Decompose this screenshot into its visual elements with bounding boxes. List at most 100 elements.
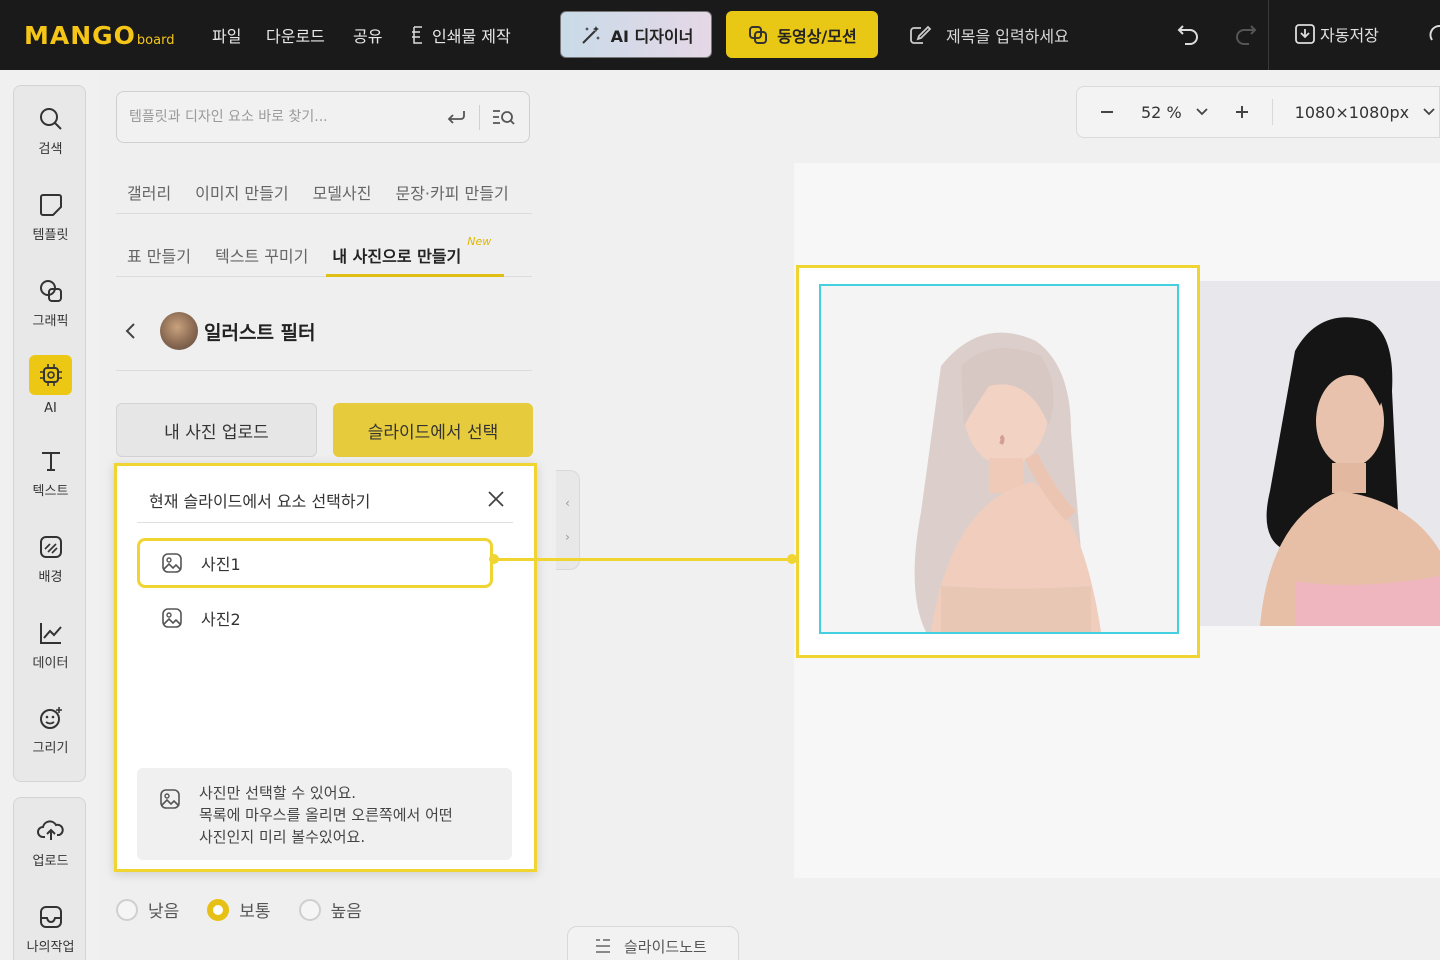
connector-line [492,558,792,561]
toolbar-divider [1268,0,1269,70]
chevron-down-icon[interactable] [1423,108,1435,116]
upload-photo-button[interactable]: 내 사진 업로드 [116,403,317,457]
motion-icon [747,24,769,46]
sidebar-item-my-work[interactable]: 나의작업 [14,904,87,955]
slide-notes-tab[interactable]: 슬라이드노트 [567,926,739,960]
search-bar [116,91,530,143]
tab-model-photo[interactable]: 모델사진 [313,180,372,204]
zoom-level[interactable]: 52 % [1141,103,1182,122]
select-element-popup: 현재 슬라이드에서 요소 선택하기 사진1 사진2 사진만 선택할 수 있어요.… [114,463,537,872]
popup-title: 현재 슬라이드에서 요소 선택하기 [149,492,371,511]
chevron-right-icon: › [565,530,570,544]
connector-dot [489,554,499,564]
sidebar-item-graphic[interactable]: 그래픽 [14,278,87,329]
notes-icon [594,938,612,954]
select-from-slide-button[interactable]: 슬라이드에서 선택 [333,403,533,457]
radio-low[interactable]: 낮음 [116,897,179,922]
document-title-field[interactable]: 제목을 입력하세요 [908,23,1069,47]
template-icon [38,192,64,218]
panel-tabs-row1: 갤러리 이미지 만들기 모델사진 문장·카피 만들기 [127,180,509,204]
image-icon [161,607,183,629]
tab-decorate-text[interactable]: 텍스트 꾸미기 [215,243,308,267]
sidebar-item-search[interactable]: 검색 [14,106,87,157]
sidebar-item-upload[interactable]: 업로드 [14,818,87,869]
strength-radio-group: 낮음 보통 높음 [116,897,362,922]
cloud-upload-icon [36,818,65,844]
radio-circle-selected [207,898,230,921]
tab-make-copy[interactable]: 문장·카피 만들기 [395,180,508,204]
menu-file[interactable]: 파일 [212,23,241,47]
slide-photo-1-selected[interactable] [819,284,1179,634]
sidebar-item-text[interactable]: 텍스트 [14,448,87,499]
canvas-size[interactable]: 1080×1080px [1295,103,1409,122]
print-icon [410,26,426,44]
menu-print[interactable]: 인쇄물 제작 [410,23,511,47]
sync-icon[interactable] [1428,22,1440,48]
chart-icon [38,620,64,646]
panel-tabs-row2: 표 만들기 텍스트 꾸미기 내 사진으로 만들기 New [127,235,491,267]
slide-photo-2[interactable] [1200,281,1440,626]
radio-high[interactable]: 높음 [298,897,362,922]
image-icon [161,552,183,574]
close-icon[interactable] [487,490,505,508]
new-badge: New [467,235,492,248]
toolbar-divider [1271,99,1273,125]
list-item-photo2[interactable]: 사진2 [137,593,493,643]
note-line: 사진만 선택할 수 있어요. [199,784,357,802]
radio-normal[interactable]: 보통 [207,897,271,922]
menu-share[interactable]: 공유 [353,23,382,47]
filter-title: 일러스트 필터 [204,321,316,344]
advanced-search-icon[interactable] [491,106,515,128]
tab-make-from-my-photo[interactable]: 내 사진으로 만들기 New [332,235,491,267]
graphic-icon [38,278,64,304]
popup-divider [137,522,513,523]
magic-wand-icon [579,23,603,47]
edit-title-icon [908,23,934,47]
chevron-down-icon[interactable] [1196,108,1208,116]
popup-info-note: 사진만 선택할 수 있어요. 목록에 마우스를 올리면 오른쪽에서 어떤 사진인… [137,768,512,860]
left-sidebar: 검색 템플릿 그래픽 AI 텍스트 배경 데이터 그리기 [13,85,86,782]
sidebar-item-background[interactable]: 배경 [14,534,87,585]
ai-chip-icon [29,355,72,395]
chevron-left-icon: ‹ [565,496,570,510]
note-line: 사진인지 미리 볼수있어요. [199,828,366,846]
sidebar-item-data[interactable]: 데이터 [14,620,87,671]
note-line: 목록에 마우스를 올리면 오른쪽에서 어떤 [199,806,453,824]
search-icon [38,106,64,132]
tab-make-image[interactable]: 이미지 만들기 [195,180,288,204]
section-divider [116,370,532,371]
save-icon [1294,23,1316,45]
ai-designer-button[interactable]: AI 디자이너 [560,11,712,58]
mangoboard-logo[interactable]: MANGO board [24,21,174,50]
back-chevron-icon[interactable] [124,321,138,341]
undo-icon[interactable] [1176,22,1202,48]
zoom-toolbar: 52 % 1080×1080px [1076,86,1440,138]
image-icon [159,788,181,860]
radio-circle [298,898,321,921]
tab-gallery[interactable]: 갤러리 [127,180,171,204]
tab-divider [116,213,532,214]
sidebar-item-template[interactable]: 템플릿 [14,192,87,243]
background-icon [38,534,64,560]
video-motion-button[interactable]: 동영상/모션 [726,11,878,58]
panel-collapse-handle[interactable]: ‹ › [556,470,580,570]
menu-download[interactable]: 다운로드 [266,23,325,47]
autosave-button[interactable]: 자동저장 [1294,22,1379,46]
text-icon [38,448,64,474]
top-bar: MANGO board 파일 다운로드 공유 인쇄물 제작 AI 디자이너 동영상… [0,0,1440,70]
tab-make-table[interactable]: 표 만들기 [127,243,191,267]
photo-preview-frame [796,265,1200,658]
radio-circle [116,898,138,921]
search-divider [479,105,480,130]
filter-header: 일러스트 필터 [124,312,316,350]
redo-icon[interactable] [1232,22,1258,48]
list-item-photo1[interactable]: 사진1 [137,538,493,588]
sidebar-item-ai[interactable]: AI [14,355,87,416]
search-input[interactable] [129,92,429,142]
enter-icon[interactable] [445,106,467,128]
zoom-in-icon[interactable] [1234,104,1250,120]
left-sidebar-bottom: 업로드 나의작업 [13,797,86,960]
zoom-out-icon[interactable] [1099,104,1115,120]
inbox-icon [38,904,64,930]
sidebar-item-draw[interactable]: 그리기 [14,705,87,756]
